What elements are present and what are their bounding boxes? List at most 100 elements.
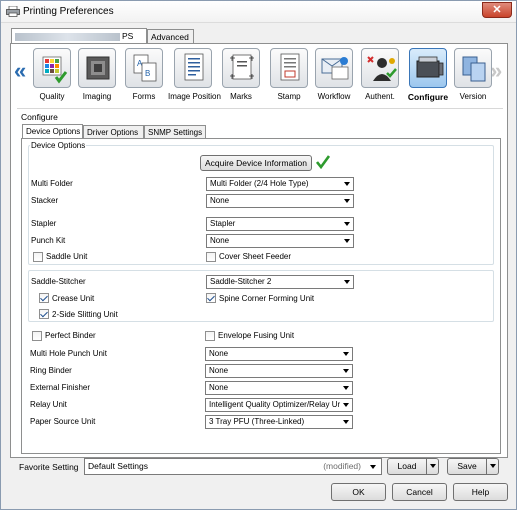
tab-authentication-label: Authent. <box>365 92 395 101</box>
saddle-stitcher-select[interactable]: Saddle-Stitcher 2 <box>206 275 354 289</box>
tab-snmp-settings[interactable]: SNMP Settings <box>144 125 206 139</box>
chevron-down-icon <box>343 352 349 356</box>
external-finisher-select[interactable]: None <box>205 381 353 395</box>
cover-sheet-feeder-checkbox[interactable] <box>206 252 216 262</box>
chevron-down-icon <box>344 239 350 243</box>
acquire-device-info-button[interactable]: Acquire Device Information <box>200 155 312 171</box>
crease-unit-label: Crease Unit <box>52 294 95 303</box>
saddle-stitcher-group: Saddle-Stitcher Saddle-Stitcher 2 Crease… <box>28 270 494 322</box>
tab-authentication[interactable]: Authent. <box>358 48 402 101</box>
multi-hole-punch-select[interactable]: None <box>205 347 353 361</box>
title-bar[interactable]: Printing Preferences ✕ <box>1 1 516 23</box>
tab-workflow[interactable]: Workflow <box>312 48 356 101</box>
cancel-button[interactable]: Cancel <box>392 483 447 501</box>
configure-icon <box>409 48 447 88</box>
two-side-slitting-checkbox[interactable] <box>39 309 49 319</box>
tab-image-position[interactable]: Image Position <box>168 48 221 101</box>
load-button-label: Load <box>397 461 417 471</box>
ring-binder-label: Ring Binder <box>30 366 72 375</box>
scroll-left-icon[interactable]: « <box>14 58 26 84</box>
stapler-select[interactable]: Stapler <box>206 217 354 231</box>
imaging-icon <box>78 48 116 88</box>
chevron-down-icon <box>343 386 349 390</box>
tab-marks-label: Marks <box>230 92 252 101</box>
tab-device-options[interactable]: Device Options <box>22 124 83 139</box>
chevron-down-icon <box>344 222 350 226</box>
chevron-down-icon <box>343 420 349 424</box>
paper-source-label: Paper Source Unit <box>30 417 96 426</box>
relay-unit-value: Intelligent Quality Optimizer/Relay Ur <box>209 400 341 409</box>
stacker-select[interactable]: None <box>206 194 354 208</box>
check-icon <box>316 155 330 169</box>
authentication-icon <box>361 48 399 88</box>
marks-icon <box>222 48 260 88</box>
favorite-setting-label: Favorite Setting <box>19 462 79 472</box>
tab-advanced[interactable]: Advanced <box>147 29 194 44</box>
tab-configure[interactable]: Configure <box>404 48 452 102</box>
main-panel: « » Quality Imaging A B Forms Image Posi… <box>10 43 508 458</box>
separator <box>17 108 503 109</box>
ok-button[interactable]: OK <box>331 483 386 501</box>
multi-folder-select[interactable]: Multi Folder (2/4 Hole Type) <box>206 177 354 191</box>
ring-binder-select[interactable]: None <box>205 364 353 378</box>
paper-source-value: 3 Tray PFU (Three-Linked) <box>209 417 305 426</box>
favorite-setting-value: Default Settings <box>88 461 149 471</box>
crease-unit-checkbox[interactable] <box>39 293 49 303</box>
two-side-slitting-label: 2-Side Slitting Unit <box>52 310 118 319</box>
close-button[interactable]: ✕ <box>482 2 512 18</box>
forms-icon: A B <box>125 48 163 88</box>
printer-icon <box>6 6 20 17</box>
printer-name-redacted <box>15 32 120 41</box>
save-dropdown-icon[interactable] <box>486 459 498 474</box>
svg-text:B: B <box>145 69 150 78</box>
tab-version[interactable]: Version <box>451 48 495 101</box>
chevron-down-icon <box>370 465 376 469</box>
tab-quality[interactable]: Quality <box>30 48 74 101</box>
perfect-binder-checkbox[interactable] <box>32 331 42 341</box>
external-finisher-label: External Finisher <box>30 383 91 392</box>
saddle-stitcher-label: Saddle-Stitcher <box>31 277 86 286</box>
cover-sheet-feeder-label: Cover Sheet Feeder <box>219 252 292 261</box>
chevron-down-icon <box>344 280 350 284</box>
tab-imaging[interactable]: Imaging <box>75 48 119 101</box>
envelope-fusing-checkbox[interactable] <box>205 331 215 341</box>
tab-stamp-label: Stamp <box>277 92 301 101</box>
tab-imaging-label: Imaging <box>82 92 112 101</box>
spine-corner-checkbox[interactable] <box>206 293 216 303</box>
paper-source-select[interactable]: 3 Tray PFU (Three-Linked) <box>205 415 353 429</box>
stacker-label: Stacker <box>31 196 59 205</box>
window-title: Printing Preferences <box>23 6 114 17</box>
tab-quality-label: Quality <box>39 92 65 101</box>
load-button[interactable]: Load <box>387 458 439 475</box>
multi-folder-label: Multi Folder <box>31 179 73 188</box>
group-title: Device Options <box>30 141 87 150</box>
tab-marks[interactable]: Marks <box>219 48 263 101</box>
close-icon: ✕ <box>492 4 502 16</box>
tab-image-position-label: Image Position <box>168 92 221 101</box>
quality-icon <box>33 48 71 88</box>
device-options-group: Device Options Acquire Device Informatio… <box>28 141 494 265</box>
punch-kit-select[interactable]: None <box>206 234 354 248</box>
printer-tab-label: PS <box>122 31 134 41</box>
saddle-unit-checkbox[interactable] <box>33 252 43 262</box>
tab-forms[interactable]: A B Forms <box>122 48 166 101</box>
stacker-value: None <box>210 196 230 205</box>
function-icon-bar: « » Quality Imaging A B Forms Image Posi… <box>11 44 507 108</box>
stamp-icon <box>270 48 308 88</box>
tab-advanced-label: Advanced <box>151 32 189 42</box>
ring-binder-value: None <box>209 366 229 375</box>
relay-unit-select[interactable]: Intelligent Quality Optimizer/Relay Ur <box>205 398 353 412</box>
favorite-setting-select[interactable]: Default Settings (modified) <box>84 458 382 475</box>
save-button[interactable]: Save <box>447 458 499 475</box>
chevron-down-icon <box>344 182 350 186</box>
help-button[interactable]: Help <box>453 483 508 501</box>
tab-configure-label: Configure <box>407 92 449 102</box>
multi-folder-value: Multi Folder (2/4 Hole Type) <box>210 179 309 188</box>
tab-stamp[interactable]: Stamp <box>267 48 311 101</box>
workflow-icon <box>315 48 353 88</box>
tab-driver-options[interactable]: Driver Options <box>83 125 144 139</box>
perfect-binder-label: Perfect Binder <box>45 331 96 340</box>
save-button-label: Save <box>457 461 477 471</box>
chevron-down-icon <box>344 199 350 203</box>
load-dropdown-icon[interactable] <box>426 459 438 474</box>
